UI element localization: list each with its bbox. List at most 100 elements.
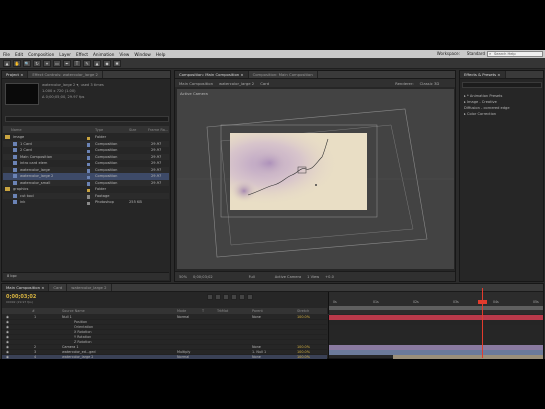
zoom-select[interactable]: 50% (179, 275, 187, 279)
tool-11[interactable]: ✱ (113, 59, 121, 67)
view-layout-select[interactable]: 1 View (307, 275, 319, 279)
tool-3[interactable]: ↻ (33, 59, 41, 67)
resolution-select[interactable]: Full (249, 275, 255, 279)
ruler-tick-label: 05s (533, 300, 539, 304)
col-name[interactable]: Name (11, 128, 22, 132)
current-time-display[interactable]: 0;00;03;02 (193, 275, 213, 279)
fx-color-correction[interactable]: ▸ Color Correction (464, 112, 496, 116)
tab-composition[interactable]: Composition: Main Composition × (175, 71, 249, 78)
project-search-input[interactable] (5, 116, 169, 122)
comp-mini-flowchart-button[interactable] (207, 294, 213, 300)
tab-card[interactable]: Card (49, 284, 68, 291)
layer-stretch[interactable]: 100.0% (297, 355, 310, 359)
workspace-select[interactable]: Standard (467, 51, 485, 56)
composition-viewer[interactable]: Active Camera (177, 89, 454, 269)
layer-name: watercolor_large 2 (62, 355, 94, 359)
after-effects-window: File Edit Composition Layer Effect Anima… (0, 50, 545, 359)
tool-2[interactable]: 🔍 (23, 59, 31, 67)
project-item-name: ink (20, 200, 26, 204)
frame-blending-button[interactable] (231, 294, 237, 300)
effects-tabbar: Effects & Presets × (460, 71, 543, 79)
tool-6[interactable]: ✒ (63, 59, 71, 67)
menu-composition[interactable]: Composition (28, 52, 54, 57)
tool-5[interactable]: ▭ (53, 59, 61, 67)
renderer-value[interactable]: Classic 3D (420, 81, 440, 86)
col-source-name[interactable]: Source Name (62, 309, 85, 313)
track-position[interactable] (329, 320, 543, 325)
tool-0[interactable]: ▲ (3, 59, 11, 67)
item-thumbnail (5, 83, 39, 105)
menu-window[interactable]: Window (134, 52, 151, 57)
ruler-tick-label: 01s (373, 300, 379, 304)
exposure-value[interactable]: +0.0 (325, 275, 334, 279)
tool-7[interactable]: T (73, 59, 81, 67)
menu-file[interactable]: File (3, 52, 10, 57)
col-trkmat: TrkMat (217, 308, 229, 313)
tab-main-composition[interactable]: Main Composition × (2, 284, 50, 291)
fx-animation-presets[interactable]: ▸ * Animation Presets (464, 94, 502, 98)
comp-tabbar: Composition: Main Composition × Composit… (175, 71, 455, 79)
tab-composition-2[interactable]: Composition: Main Composition (249, 71, 318, 78)
menu-layer[interactable]: Layer (59, 52, 71, 57)
graph-editor-button[interactable] (247, 294, 253, 300)
nav-watercolor-large-2[interactable]: watercolor_large 2 (219, 81, 254, 86)
work-area-bar[interactable] (329, 306, 543, 310)
nav-card[interactable]: Card (260, 81, 269, 86)
timeline-panel: Main Composition × Card watercolor_large… (1, 283, 544, 359)
track-watercolor-large-2[interactable] (393, 355, 543, 359)
menu-effect[interactable]: Effect (76, 52, 88, 57)
visibility-eye-icon[interactable]: ◉ (6, 355, 9, 359)
col-number: # (32, 308, 35, 313)
workspace-label: Workspace: (436, 51, 460, 56)
project-item-row[interactable]: ink Photoshop 255 KB (3, 199, 169, 206)
view-camera-select[interactable]: Active Camera (275, 275, 301, 279)
time-ruler[interactable]: 0s 01s 02s 03s 04s 05s (328, 292, 543, 314)
effects-search-input[interactable] (462, 82, 542, 88)
col-mode: Mode (177, 308, 187, 313)
timeline-layer-row[interactable]: ◉ 4 watercolor_large 2 Normal None 100.0% (2, 355, 327, 359)
shy-layers-button[interactable] (223, 294, 229, 300)
nav-main-composition[interactable]: Main Composition (179, 81, 213, 86)
comp-canvas[interactable] (230, 133, 367, 210)
current-time-indicator[interactable] (482, 288, 483, 358)
menu-animation[interactable]: Animation (93, 52, 114, 57)
tool-4[interactable]: ⌖ (43, 59, 51, 67)
tool-1[interactable]: ✋ (13, 59, 21, 67)
search-placeholder: Search Help (494, 52, 516, 56)
layer-mode[interactable]: Normal (177, 355, 189, 359)
fx-diffusion[interactable]: Diffusion - cornered edge (464, 106, 510, 110)
layer-num: 4 (34, 355, 37, 359)
tool-10[interactable]: ◆ (103, 59, 111, 67)
project-item-size: 255 KB (129, 200, 142, 204)
tab-effects-presets[interactable]: Effects & Presets × (460, 71, 506, 78)
search-icon: ⌕ (489, 51, 492, 56)
col-stretch: Stretch (297, 308, 310, 313)
tab-watercolor-large-2[interactable]: watercolor_large 2 (67, 284, 112, 291)
layer-tracks[interactable] (328, 315, 543, 359)
draft-3d-button[interactable] (215, 294, 221, 300)
col-framerate[interactable]: Frame Ra... (148, 128, 168, 132)
layer-parent[interactable]: None (252, 355, 261, 359)
project-tabbar: Project × Effect Controls: watercolor_la… (2, 71, 170, 79)
tab-project[interactable]: Project × (2, 71, 29, 78)
ruler-tick-label: 03s (453, 300, 459, 304)
project-item-type: Photoshop (95, 200, 114, 204)
tool-8[interactable]: ✎ (83, 59, 91, 67)
menu-edit[interactable]: Edit (15, 52, 23, 57)
col-size[interactable]: Size (129, 128, 136, 132)
fx-image-creative[interactable]: ▸ Image - Creative (464, 100, 497, 104)
menu-view[interactable]: View (119, 52, 129, 57)
label-color-swatch[interactable] (87, 201, 90, 208)
tab-effect-controls[interactable]: Effect Controls: watercolor_large 2 (28, 71, 103, 78)
menu-help[interactable]: Help (156, 52, 166, 57)
motion-blur-button[interactable] (239, 294, 245, 300)
project-columns-header: Name Type Size Frame Ra... (3, 126, 169, 133)
tool-9[interactable]: ▲ (93, 59, 101, 67)
project-bpc[interactable]: 8 bpc (7, 274, 17, 278)
composition-icon (13, 199, 19, 206)
playhead-handle[interactable] (478, 300, 487, 304)
col-type[interactable]: Type (95, 128, 103, 132)
layer-columns-header: # Source Name Mode T TrkMat Parent Stret… (2, 308, 327, 314)
comp-navigator: Main Composition watercolor_large 2 Card… (175, 79, 455, 87)
search-help-input[interactable]: ⌕ Search Help (487, 51, 543, 57)
